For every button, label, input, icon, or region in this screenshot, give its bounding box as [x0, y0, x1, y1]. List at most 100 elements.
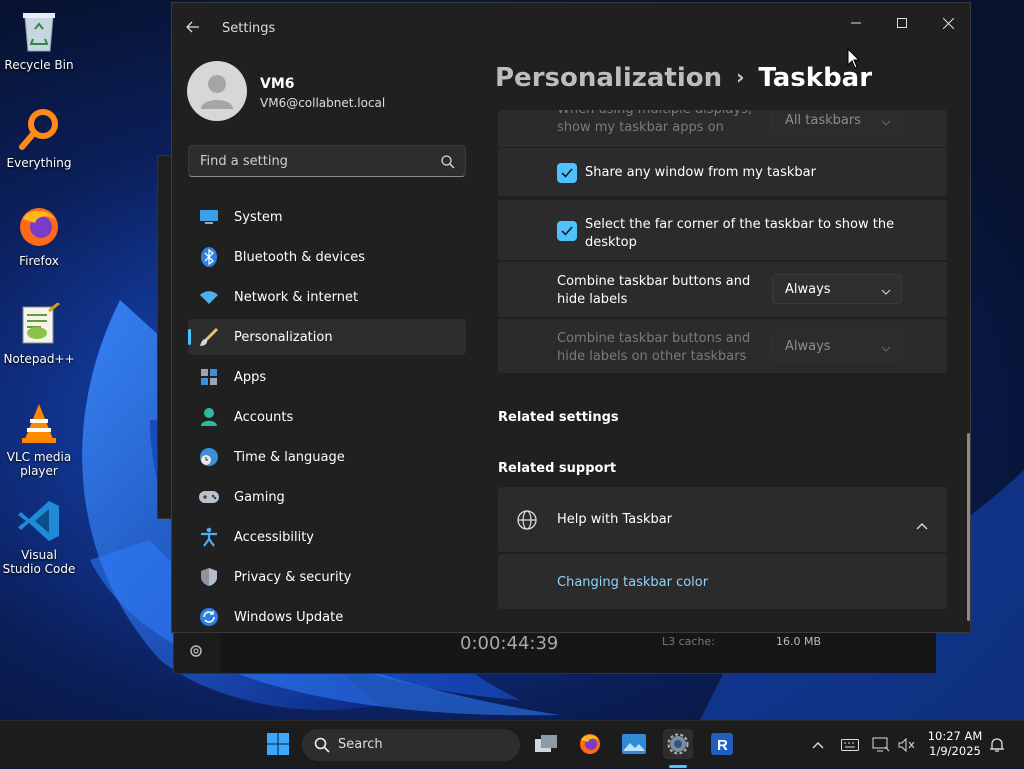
taskbar-photos-icon[interactable]: [620, 730, 648, 758]
taskbar-search[interactable]: Search: [302, 729, 520, 761]
multi-display-label: When using multiple displays, show my ta…: [557, 110, 752, 135]
globe-clock-icon: [198, 446, 220, 468]
bluetooth-icon: [198, 246, 220, 268]
background-app-window[interactable]: 0:00:44:39 L3 cache: 16.0 MB: [173, 633, 936, 674]
chevron-up-icon[interactable]: [808, 721, 828, 769]
sidebar-item-label: Time & language: [234, 449, 345, 465]
sidebar-item-privacy[interactable]: Privacy & security: [188, 559, 466, 595]
apps-icon: [198, 366, 220, 388]
breadcrumb-parent[interactable]: Personalization: [495, 63, 722, 93]
user-email: VM6@collabnet.local: [260, 96, 386, 110]
help-with-taskbar-label: Help with Taskbar: [557, 512, 673, 527]
multi-display-value: All taskbars: [785, 113, 861, 128]
sidebar-item-bluetooth[interactable]: Bluetooth & devices: [188, 239, 466, 275]
sidebar-item-accounts[interactable]: Accounts: [188, 399, 466, 435]
sidebar-item-label: Gaming: [234, 489, 285, 505]
desktop-icon-label: Recycle Bin: [4, 58, 74, 72]
accessibility-icon: [198, 526, 220, 548]
chevron-down-icon: [881, 115, 891, 130]
volume-muted-icon[interactable]: [896, 721, 918, 769]
help-with-taskbar-body: Changing taskbar color: [498, 554, 947, 609]
search-input[interactable]: Find a setting: [200, 154, 288, 169]
taskbar-behaviors-card: When using multiple displays, show my ta…: [498, 110, 947, 373]
sidebar-item-network[interactable]: Network & internet: [188, 279, 466, 315]
desktop-icon-label: Notepad++: [3, 352, 75, 366]
sidebar-item-label: Personalization: [234, 329, 333, 345]
taskbar: Search R 10:27 AM 1/9/2025: [0, 720, 1024, 768]
task-view-icon[interactable]: [532, 730, 560, 758]
combine-value: Always: [785, 282, 831, 297]
search-icon: [314, 737, 330, 757]
everything-magnifier-icon: [16, 106, 62, 152]
chevron-down-icon: [881, 284, 891, 299]
desktop-icon-vlc[interactable]: VLC media player: [0, 400, 78, 478]
far-corner-checkbox[interactable]: [557, 221, 577, 241]
title-bar[interactable]: Settings: [172, 3, 970, 43]
sidebar-item-system[interactable]: System: [188, 199, 466, 235]
settings-window: Settings VM6 VM6@collabnet.local Find a …: [171, 2, 971, 633]
taskbar-settings-icon[interactable]: [663, 729, 693, 759]
minimize-button[interactable]: [836, 11, 876, 35]
combine-label: Combine taskbar buttons and hide labels: [557, 274, 751, 307]
desktop-icon-label: Everything: [6, 156, 72, 170]
chevron-up-icon[interactable]: [916, 515, 928, 534]
changing-taskbar-color-link[interactable]: Changing taskbar color: [557, 575, 708, 590]
desktop-icon-vscode[interactable]: Visual Studio Code: [0, 498, 78, 576]
sidebar-item-windows-update[interactable]: Windows Update: [188, 599, 466, 635]
settings-search-box[interactable]: Find a setting: [188, 145, 466, 177]
sidebar-item-time-language[interactable]: Time & language: [188, 439, 466, 475]
desktop-icon-label: Visual Studio Code: [2, 548, 76, 576]
sidebar-nav: System Bluetooth & devices Network & int…: [188, 199, 466, 639]
breadcrumb-separator: ›: [736, 65, 745, 89]
combine-dropdown[interactable]: Always: [772, 274, 902, 304]
share-window-checkbox[interactable]: [557, 163, 577, 183]
sidebar-item-label: Network & internet: [234, 289, 359, 305]
desktop-icon-notepadpp[interactable]: Notepad++: [0, 302, 78, 366]
start-windows-icon[interactable]: [264, 730, 292, 758]
notepadpp-icon: [16, 302, 62, 348]
keyboard-icon[interactable]: [838, 721, 862, 769]
update-icon: [198, 606, 220, 628]
desktop-icon-firefox[interactable]: Firefox: [0, 204, 78, 268]
clock-date: 1/9/2025: [929, 744, 981, 758]
close-button[interactable]: [928, 11, 968, 35]
checkmark-icon: [561, 168, 573, 178]
recycle-bin-icon: [16, 8, 62, 54]
sidebar-item-accessibility[interactable]: Accessibility: [188, 519, 466, 555]
wifi-icon: [198, 286, 220, 308]
brush-icon: [198, 326, 220, 348]
share-window-label: Share any window from my taskbar: [585, 165, 816, 180]
sidebar-item-label: System: [234, 209, 283, 225]
system-clock[interactable]: 10:27 AM 1/9/2025: [922, 729, 988, 759]
user-name: VM6: [260, 76, 295, 92]
clock-time: 10:27 AM: [927, 729, 983, 743]
shield-icon: [198, 566, 220, 588]
desktop-icon-recycle-bin[interactable]: Recycle Bin: [0, 8, 78, 72]
help-with-taskbar-header[interactable]: Help with Taskbar: [498, 487, 947, 552]
sidebar-item-apps[interactable]: Apps: [188, 359, 466, 395]
sidebar-item-gaming[interactable]: Gaming: [188, 479, 466, 515]
person-icon: [198, 406, 220, 428]
checkmark-icon: [561, 226, 573, 236]
sidebar-item-label: Windows Update: [234, 609, 344, 625]
combine-other-value: Always: [785, 339, 831, 354]
globe-icon: [516, 509, 538, 535]
taskbar-firefox-icon[interactable]: [576, 730, 604, 758]
taskbar-r-app-icon[interactable]: R: [708, 730, 736, 758]
search-icon[interactable]: [441, 154, 455, 173]
back-arrow-icon[interactable]: [186, 19, 200, 37]
related-settings-heading: Related settings: [498, 410, 619, 425]
cache-label: L3 cache:: [662, 635, 715, 648]
sidebar-item-personalization[interactable]: Personalization: [188, 319, 466, 355]
notification-bell-icon[interactable]: [986, 721, 1008, 769]
sidebar-item-label: Privacy & security: [234, 569, 352, 585]
content-scrollbar[interactable]: [967, 433, 970, 621]
desktop-icon-everything[interactable]: Everything: [0, 106, 78, 170]
gear-icon[interactable]: [188, 643, 204, 663]
combine-other-dropdown[interactable]: Always: [772, 331, 902, 361]
multi-display-dropdown[interactable]: All taskbars: [772, 110, 902, 135]
network-icon[interactable]: [870, 721, 892, 769]
maximize-button[interactable]: [882, 11, 922, 35]
user-profile[interactable]: VM6 VM6@collabnet.local: [187, 61, 385, 121]
sidebar-item-label: Accessibility: [234, 529, 314, 545]
